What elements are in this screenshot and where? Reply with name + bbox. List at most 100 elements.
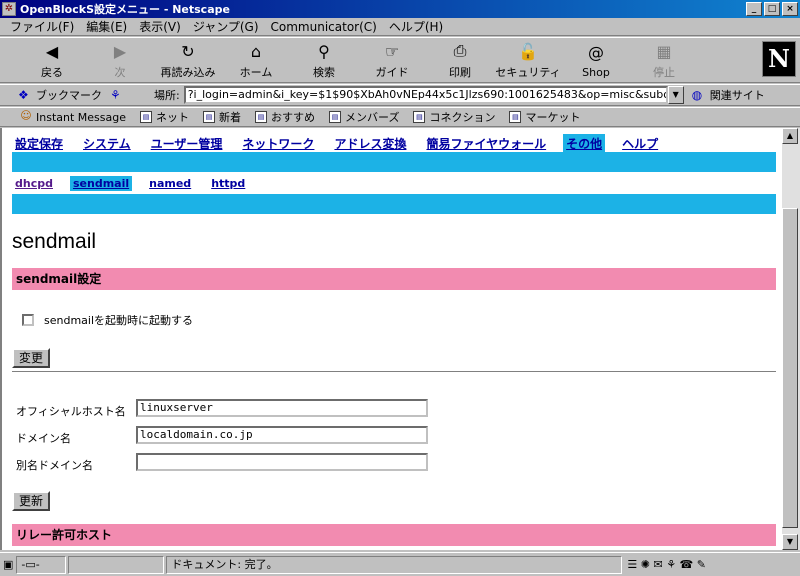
maximize-button[interactable]: □	[764, 2, 780, 16]
menu-view[interactable]: 表示(V)	[133, 18, 187, 35]
person-icon: ☺	[20, 109, 32, 122]
security-status-icon[interactable]: ▣	[0, 558, 16, 571]
toolbar-button-lock[interactable]: 🔓 セキュリティ	[494, 38, 562, 82]
toolbar-label: 検索	[313, 66, 335, 79]
lock-icon: 🔓	[518, 41, 538, 61]
url-input[interactable]: ?i_login=admin&i_key=$1$90$XbAh0vNEp44x5…	[183, 86, 668, 104]
menu-communicator[interactable]: Communicator(C)	[265, 20, 383, 34]
personal-item-label: メンバーズ	[345, 111, 400, 124]
bookmarks-button[interactable]: ❖ ブックマーク	[18, 87, 102, 103]
bookmark-icon: ▤	[140, 111, 152, 123]
minimize-button[interactable]: _	[746, 2, 762, 16]
nav-band	[12, 152, 776, 172]
scroll-thumb[interactable]	[782, 208, 798, 528]
toolbar-button-stop[interactable]: ▦ 停止	[630, 38, 698, 82]
personal-item-label: マーケット	[525, 111, 581, 124]
personal-item[interactable]: ▤ 新着	[203, 109, 241, 125]
startup-checkbox[interactable]	[22, 314, 34, 326]
window-title: OpenBlockS設定メニュー - Netscape	[20, 3, 230, 16]
netscape-logo[interactable]: N	[762, 41, 796, 77]
nav-tab[interactable]: 設定保存	[12, 134, 66, 153]
app-icon: ✲	[2, 2, 16, 16]
nav-tab[interactable]: ヘルプ	[619, 134, 661, 153]
menu-help[interactable]: ヘルプ(H)	[383, 18, 449, 35]
alias-domain-input[interactable]	[136, 453, 428, 471]
close-button[interactable]: ×	[782, 2, 798, 16]
toolbar-button-back[interactable]: ◀ 戻る	[18, 38, 86, 82]
menu-file[interactable]: ファイル(F)	[4, 18, 80, 35]
official-host-input[interactable]: linuxserver	[136, 399, 428, 417]
alias-domain-label: 別名ドメイン名	[16, 459, 93, 472]
domain-input[interactable]: localdomain.co.jp	[136, 426, 428, 444]
official-host-label: オフィシャルホスト名	[16, 405, 126, 418]
toolbar-button-forward[interactable]: ▶ 次	[86, 38, 154, 82]
menu-bar: ファイル(F) 編集(E) 表示(V) ジャンプ(G) Communicator…	[0, 18, 800, 36]
toolbar-button-print[interactable]: ⎙ 印刷	[426, 38, 494, 82]
personal-item-label: Instant Message	[36, 110, 126, 124]
nav-tab[interactable]: アドレス変換	[331, 134, 409, 153]
sub-nav-tabs: dhcpd sendmail named httpd	[12, 176, 262, 191]
toolbar-label: 印刷	[449, 66, 471, 79]
progress-cell	[68, 555, 165, 574]
personal-item[interactable]: ▤ おすすめ	[255, 109, 315, 125]
toolbar-button-home[interactable]: ⌂ ホーム	[222, 38, 290, 82]
startup-option: sendmailを起動時に起動する	[22, 312, 193, 328]
url-dropdown-icon[interactable]: ▼	[667, 86, 684, 104]
sub-tab-dhcpd[interactable]: dhcpd	[12, 176, 56, 191]
toolbar-button-search[interactable]: ⚲ 検索	[290, 38, 358, 82]
component-bar-icons[interactable]: ☰ ✺ ✉ ⚘ ☎ ✎	[624, 558, 709, 571]
domain-label: ドメイン名	[16, 432, 71, 445]
sub-tab-httpd[interactable]: httpd	[208, 176, 248, 191]
change-button[interactable]: 変更	[12, 348, 51, 368]
nav-tab[interactable]: ネットワーク	[239, 134, 317, 153]
back-icon: ◀	[45, 41, 59, 61]
bookmark-icon: ▤	[255, 111, 267, 123]
section-sendmail-settings: sendmail設定	[12, 268, 776, 290]
page-proxy-icon[interactable]: ⚘	[110, 88, 126, 102]
startup-checkbox-label: sendmailを起動時に起動する	[44, 314, 194, 327]
personal-item-label: おすすめ	[271, 111, 315, 124]
location-bar: ❖ ブックマーク ⚘ 場所: ?i_login=admin&i_key=$1$9…	[0, 84, 800, 106]
stop-icon: ▦	[656, 41, 672, 61]
personal-item[interactable]: ▤ ネット	[140, 109, 189, 125]
nav-tab[interactable]: ユーザー管理	[148, 134, 226, 153]
related-sites-label: 関連サイト	[709, 89, 765, 102]
personal-item[interactable]: ☺ Instant Message	[20, 109, 126, 124]
guide-icon: ☞	[384, 41, 400, 61]
nav-tab[interactable]: システム	[80, 134, 134, 153]
section-relay-hosts: リレー許可ホスト	[12, 524, 776, 546]
scroll-up-icon[interactable]: ▲	[782, 128, 798, 144]
personal-item[interactable]: ▤ マーケット	[509, 109, 580, 125]
toolbar-label: 次	[114, 66, 126, 79]
update-button[interactable]: 更新	[12, 491, 51, 511]
related-sites-button[interactable]: ◍ 関連サイト	[692, 87, 765, 103]
status-bar: ▣ -▭- ドキュメント: 完了。 ☰ ✺ ✉ ⚘ ☎ ✎	[0, 552, 800, 576]
menu-go[interactable]: ジャンプ(G)	[187, 18, 265, 35]
scroll-down-icon[interactable]: ▼	[782, 534, 798, 550]
personal-item-label: 新着	[219, 111, 241, 124]
personal-item[interactable]: ▤ コネクション	[413, 109, 495, 125]
page-title: sendmail	[12, 230, 97, 253]
nav-tab[interactable]: その他	[563, 134, 606, 153]
sub-tab-named[interactable]: named	[146, 176, 194, 191]
personal-toolbar: ☺ Instant Message ▤ ネット ▤ 新着 ▤ おすすめ ▤ メンバーズ ▤ コネクショ…	[0, 107, 800, 127]
print-icon: ⎙	[453, 41, 467, 60]
nav-tab[interactable]: 簡易ファイヤウォール	[423, 134, 549, 153]
reload-icon: ↻	[181, 41, 195, 61]
vertical-scrollbar[interactable]: ▲ ▼	[782, 128, 800, 550]
toolbar-button-shop[interactable]: @ Shop	[562, 38, 630, 82]
window-controls: _ □ ×	[746, 2, 798, 16]
personal-item[interactable]: ▤ メンバーズ	[329, 109, 399, 125]
menu-edit[interactable]: 編集(E)	[80, 18, 133, 35]
toolbar-label: ホーム	[239, 66, 273, 79]
toolbar-label: セキュリティ	[495, 66, 561, 79]
toolbar-button-guide[interactable]: ☞ ガイド	[358, 38, 426, 82]
navigation-toolbar: ◀ 戻る ▶ 次 ↻ 再読み込み ⌂ ホーム ⚲ 検索 ☞ ガイド ⎙ 印刷 🔓 セキュリティ @ Shop ▦ 停止…	[0, 37, 800, 83]
home-icon: ⌂	[250, 41, 262, 61]
subnav-band	[12, 194, 776, 214]
globe-icon: ◍	[691, 88, 703, 102]
toolbar-button-reload[interactable]: ↻ 再読み込み	[154, 38, 222, 82]
sub-tab-sendmail[interactable]: sendmail	[69, 176, 133, 191]
bookmark-icon: ▤	[203, 111, 215, 123]
bookmark-icon: ▤	[509, 111, 522, 123]
